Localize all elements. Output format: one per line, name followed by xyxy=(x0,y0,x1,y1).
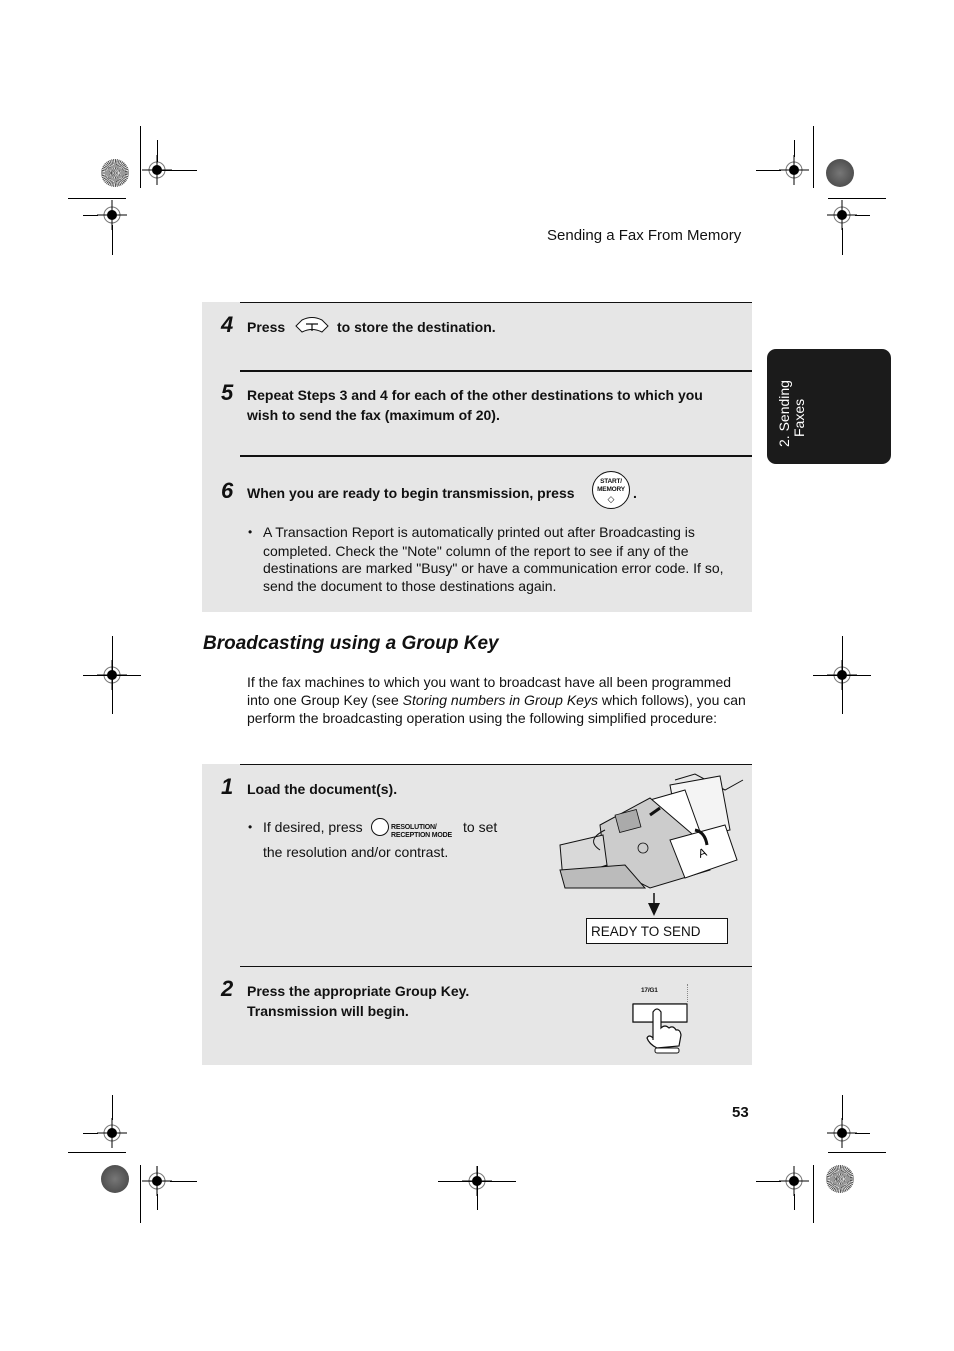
step-text: Repeat Steps 3 and 4 for each of the oth… xyxy=(247,387,703,403)
step-text: Load the document(s). xyxy=(247,781,398,797)
crop-mark xyxy=(83,215,98,216)
crop-mark xyxy=(855,215,870,216)
crop-mark xyxy=(842,1095,843,1120)
step-number: 6 xyxy=(221,478,234,503)
step-text: to store the destination. xyxy=(337,319,496,335)
section-title: Broadcasting using a Group Key xyxy=(203,633,499,654)
start-memory-button-icon: START/ MEMORY ◇ xyxy=(592,471,630,509)
chapter-tab: 2. Sending Faxes xyxy=(767,349,891,464)
color-rosette-icon xyxy=(101,159,129,187)
step-text: When you are ready to begin transmission… xyxy=(247,485,575,501)
step-text: Press the appropriate Group Key. xyxy=(247,983,470,999)
key-divider xyxy=(687,984,688,1002)
key-label: RESOLUTION/ xyxy=(391,824,437,831)
step-text: wish to send the fax (maximum of 20). xyxy=(247,407,500,423)
running-header: Sending a Fax From Memory xyxy=(547,227,742,244)
crop-mark xyxy=(794,140,795,157)
registration-target-icon xyxy=(779,1166,809,1196)
step-divider xyxy=(240,455,752,457)
sub-text: the resolution and/or contrast. xyxy=(263,844,449,860)
step-divider xyxy=(240,302,752,303)
color-rosette-icon xyxy=(826,1165,854,1193)
step-number: 2 xyxy=(221,976,234,1001)
chapter-tab-line1: 2. Sending xyxy=(776,380,792,447)
crop-mark xyxy=(828,1152,886,1153)
crop-mark xyxy=(140,1165,141,1223)
step-divider xyxy=(240,966,752,967)
resolution-key-icon xyxy=(371,818,389,836)
crop-mark xyxy=(140,126,141,188)
bullet-icon: • xyxy=(248,820,253,834)
crop-mark xyxy=(170,1181,197,1182)
crop-mark xyxy=(477,1166,478,1210)
crop-mark xyxy=(855,1133,870,1134)
button-label: MEMORY xyxy=(597,486,625,493)
crop-mark xyxy=(83,675,141,676)
step-number: 5 xyxy=(221,380,234,405)
navigation-key-icon xyxy=(295,317,329,333)
registration-target-icon xyxy=(142,1166,172,1196)
bullet-icon: • xyxy=(248,525,253,539)
group-key-label: 17/G1 xyxy=(641,987,658,994)
sub-text: to set xyxy=(463,819,498,835)
crop-mark xyxy=(756,170,781,171)
crop-mark xyxy=(157,140,158,162)
step-text: . xyxy=(633,485,637,501)
registration-target-icon xyxy=(97,1118,127,1148)
registration-target-icon xyxy=(827,200,857,230)
chapter-tab-label: 2. Sending Faxes xyxy=(776,380,807,447)
crop-mark xyxy=(68,198,126,199)
crop-mark xyxy=(112,1095,113,1120)
note-line: send the document to those destinations … xyxy=(263,578,557,594)
step-number: 4 xyxy=(221,312,234,337)
page-number: 53 xyxy=(732,1104,749,1121)
note-line: A Transaction Report is automatically pr… xyxy=(263,524,695,540)
color-rosette-icon xyxy=(101,1165,129,1193)
step-text: Transmission will begin. xyxy=(247,1003,409,1019)
step-number: 1 xyxy=(221,774,234,799)
step-divider xyxy=(240,370,752,372)
sub-text: If desired, press xyxy=(263,819,363,835)
step-text: Press xyxy=(247,319,286,335)
color-rosette-icon xyxy=(826,159,854,187)
lcd-display: READY TO SEND xyxy=(586,918,728,944)
registration-target-icon xyxy=(827,1118,857,1148)
start-icon: ◇ xyxy=(607,494,615,504)
arrow-down-icon xyxy=(648,893,660,916)
crop-mark xyxy=(794,1194,795,1210)
registration-target-icon xyxy=(779,155,809,185)
step-divider xyxy=(240,764,752,765)
crop-mark xyxy=(828,198,886,199)
crop-mark xyxy=(813,126,814,188)
note-line: completed. Check the "Note" column of th… xyxy=(263,543,689,559)
crop-mark xyxy=(842,228,843,255)
crop-mark xyxy=(68,1152,126,1153)
intro-paragraph: If the fax machines to which you want to… xyxy=(247,673,747,727)
crop-mark xyxy=(112,225,113,255)
note-line: destinations are marked "Busy" or have a… xyxy=(263,560,724,576)
cross-reference: Storing numbers in Group Keys xyxy=(402,692,598,708)
crop-mark xyxy=(756,1181,781,1182)
crop-mark xyxy=(157,170,197,171)
crop-mark xyxy=(83,1133,98,1134)
crop-mark xyxy=(813,675,871,676)
chapter-tab-line2: Faxes xyxy=(791,398,807,437)
crop-mark xyxy=(813,1165,814,1223)
button-label: START/ xyxy=(600,478,622,485)
crop-mark xyxy=(157,1194,158,1210)
group-key-press-icon xyxy=(632,1003,688,1054)
key-label: RECEPTION MODE xyxy=(391,832,452,839)
